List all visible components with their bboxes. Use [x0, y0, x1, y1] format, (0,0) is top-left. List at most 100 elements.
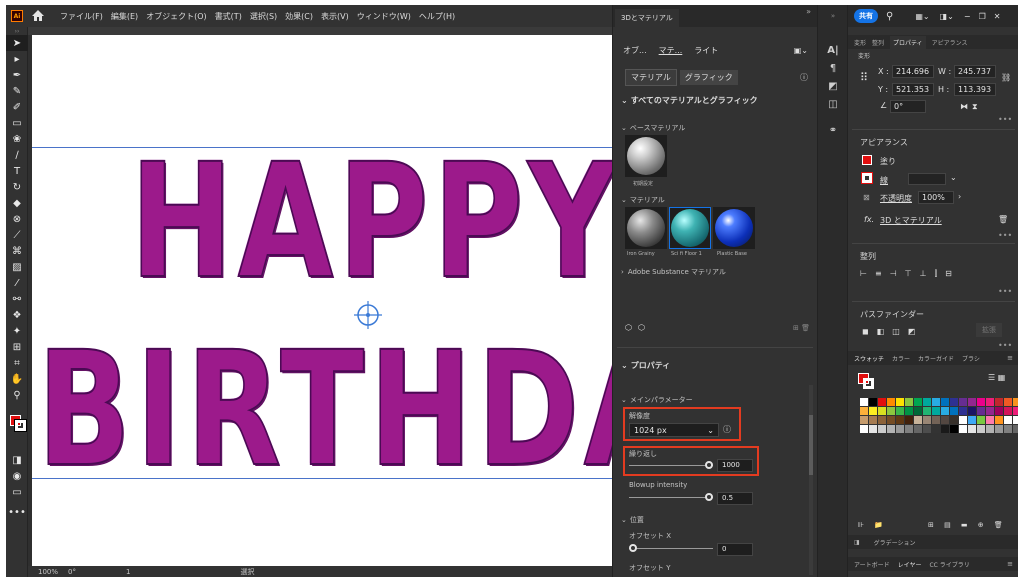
- zoom-tool-icon[interactable]: ⚲: [6, 387, 28, 403]
- tab-3d-materials[interactable]: 3Dとマテリアル: [615, 9, 679, 27]
- toggle-material[interactable]: マテリアル: [625, 69, 677, 86]
- swatch-cell[interactable]: [932, 398, 940, 406]
- swatch-cell[interactable]: [1013, 416, 1018, 424]
- base-material-header[interactable]: ⌄ ベースマテリアル: [613, 123, 818, 133]
- swatch-cell[interactable]: [995, 425, 1003, 433]
- swatch-cell[interactable]: [923, 398, 931, 406]
- swatch-cell[interactable]: [878, 416, 886, 424]
- draw-mode-icon[interactable]: ◉: [6, 468, 28, 484]
- offset-x-slider[interactable]: [629, 544, 713, 554]
- swatch-cell[interactable]: [923, 425, 931, 433]
- rotate-tool-icon[interactable]: ↻: [6, 179, 28, 195]
- tab-align[interactable]: 整列: [872, 38, 884, 47]
- swatch-cell[interactable]: [905, 398, 913, 406]
- gradient-icon[interactable]: ◨: [854, 539, 860, 546]
- stroke-swatch[interactable]: [861, 172, 873, 184]
- place-graphic-icon[interactable]: ⬡: [638, 323, 645, 332]
- menu-icon[interactable]: ≡: [1007, 354, 1013, 362]
- home-icon[interactable]: [32, 10, 46, 22]
- tab-brushes[interactable]: ブラシ: [962, 354, 980, 363]
- gradient-tool-icon[interactable]: ▨: [6, 259, 28, 275]
- properties-scrollbar[interactable]: [809, 385, 813, 575]
- offset-x-input[interactable]: 0: [717, 543, 753, 556]
- artboard-canvas[interactable]: HAPPY BIRTHDA: [32, 35, 612, 570]
- swatch-cell[interactable]: [941, 416, 949, 424]
- reference-point-icon[interactable]: ⠿: [860, 71, 868, 84]
- material-plastic-base[interactable]: [713, 207, 755, 249]
- render-options-icon[interactable]: ▣⌄: [794, 46, 808, 55]
- swatch-cell[interactable]: [950, 398, 958, 406]
- menu-icon[interactable]: ≡: [1007, 560, 1013, 568]
- swatch-cell[interactable]: [941, 407, 949, 415]
- swatch-cell[interactable]: [878, 398, 886, 406]
- 3d-widget-target-icon[interactable]: [352, 299, 384, 331]
- minimize-icon[interactable]: −: [964, 12, 971, 21]
- hand-tool-icon[interactable]: ✋: [6, 371, 28, 387]
- swatch-cell[interactable]: [1004, 416, 1012, 424]
- character-panel-icon[interactable]: A|: [818, 41, 848, 59]
- swatch-cell[interactable]: [932, 407, 940, 415]
- symbol-tool-icon[interactable]: ❖: [6, 307, 28, 323]
- repeat-input[interactable]: 1000: [717, 459, 753, 472]
- pen-tool-icon[interactable]: ✒: [6, 67, 28, 83]
- w-input[interactable]: 245.737: [954, 65, 996, 78]
- material-iron-grainy[interactable]: [625, 207, 667, 249]
- new-delete-icons[interactable]: ⊞ 🗑: [793, 324, 810, 332]
- menu-select[interactable]: 選択(S): [250, 11, 277, 22]
- swatch-cell[interactable]: [968, 398, 976, 406]
- y-input[interactable]: 521.353: [892, 83, 934, 96]
- material-scifi-floor[interactable]: [669, 207, 711, 249]
- selection-tool-icon[interactable]: ➤: [6, 35, 28, 51]
- swatch-lib-icons[interactable]: ⊪ 📁: [858, 521, 887, 529]
- tab-appearance[interactable]: アピアランス: [932, 38, 968, 47]
- flip-horizontal-icon[interactable]: ⧓: [960, 102, 968, 111]
- swatch-cell[interactable]: [977, 398, 985, 406]
- swatch-grid[interactable]: [860, 398, 1018, 433]
- align-buttons-icon[interactable]: ⊢≡⊣⊤⊥⫿⊟: [860, 269, 960, 279]
- swatch-cell[interactable]: [986, 416, 994, 424]
- menu-effect[interactable]: 効果(C): [285, 11, 313, 22]
- layers-panel-icon[interactable]: ◩: [818, 77, 848, 95]
- swatch-cell[interactable]: [968, 407, 976, 415]
- anchor-tool-icon[interactable]: ✐: [6, 99, 28, 115]
- h-input[interactable]: 113.393: [954, 83, 996, 96]
- swatch-cell[interactable]: [968, 416, 976, 424]
- swatch-cell[interactable]: [869, 407, 877, 415]
- stroke-label[interactable]: 線: [880, 175, 888, 186]
- swatch-cell[interactable]: [950, 407, 958, 415]
- offset-x-knob[interactable]: [629, 544, 637, 552]
- opacity-input[interactable]: 100%: [918, 191, 954, 204]
- swatch-cell[interactable]: [977, 425, 985, 433]
- menu-type[interactable]: 書式(T): [215, 11, 242, 22]
- tab-gradient[interactable]: グラデーション: [874, 538, 916, 547]
- swatch-action-icons[interactable]: ⊞ ▤ ▬ ⊕ 🗑: [928, 521, 1007, 529]
- swatch-cell[interactable]: [977, 416, 985, 424]
- add-material-icon[interactable]: ⬡: [625, 323, 632, 332]
- eyedropper-tool-icon[interactable]: ⁄: [6, 275, 28, 291]
- swatch-cell[interactable]: [1013, 407, 1018, 415]
- swatch-stroke-indicator[interactable]: [863, 378, 874, 389]
- swatch-cell[interactable]: [860, 407, 868, 415]
- position-header[interactable]: ⌄ 位置: [613, 515, 818, 525]
- swatch-cell[interactable]: [923, 416, 931, 424]
- angle-input[interactable]: 0°: [890, 100, 926, 113]
- swatch-cell[interactable]: [860, 425, 868, 433]
- curvature-tool-icon[interactable]: ✎: [6, 83, 28, 99]
- swatch-cell[interactable]: [887, 407, 895, 415]
- swatch-cell[interactable]: [1013, 425, 1018, 433]
- tab-artboards[interactable]: アートボード: [854, 560, 890, 569]
- swatch-cell[interactable]: [941, 398, 949, 406]
- swatch-cell[interactable]: [1004, 407, 1012, 415]
- materials-header[interactable]: ⌄ マテリアル: [613, 195, 818, 205]
- fill-swatch[interactable]: [862, 155, 872, 165]
- slice-tool-icon[interactable]: ⌗: [6, 355, 28, 371]
- subtab-materials[interactable]: マテ...: [659, 45, 683, 56]
- menu-view[interactable]: 表示(V): [321, 11, 349, 22]
- menu-edit[interactable]: 編集(E): [111, 11, 138, 22]
- search-icon[interactable]: ⚲: [886, 11, 893, 22]
- artwork-line-1[interactable]: HAPPY: [129, 142, 612, 302]
- swatch-cell[interactable]: [878, 407, 886, 415]
- main-params-header[interactable]: ⌄ メインパラメーター: [613, 395, 818, 405]
- more-tools-icon[interactable]: •••: [6, 504, 28, 520]
- swatch-cell[interactable]: [896, 416, 904, 424]
